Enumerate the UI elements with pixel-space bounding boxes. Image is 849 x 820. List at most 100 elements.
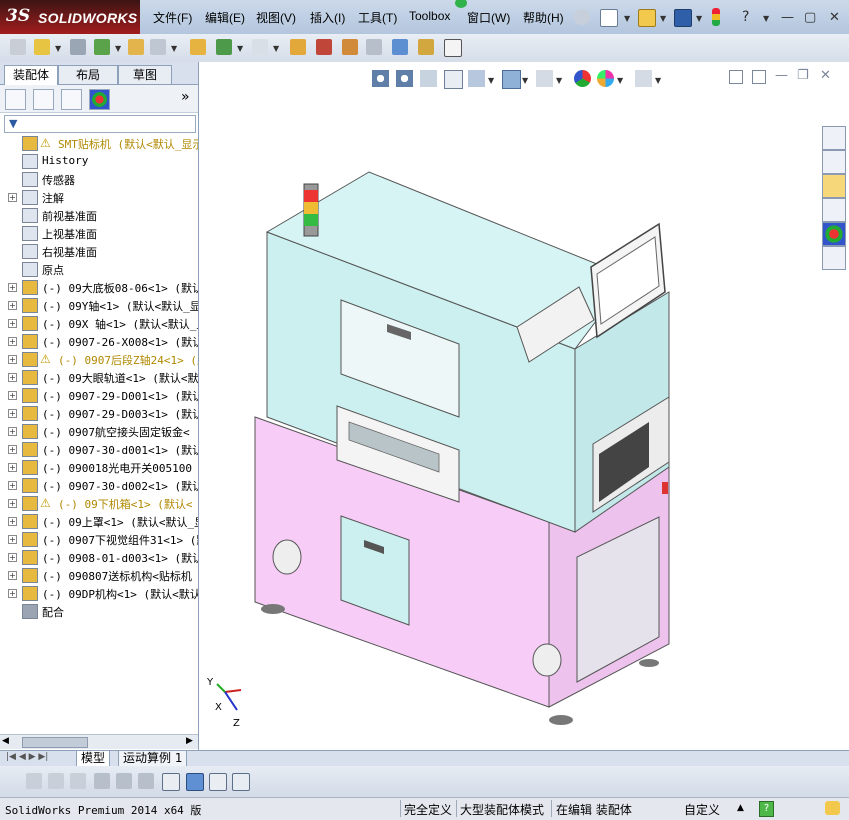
view-toggle-icon[interactable] xyxy=(138,773,154,789)
tree-item[interactable]: + (-) 0907航空接头固定钣金< xyxy=(0,422,198,440)
expand-plus-icon[interactable]: + xyxy=(8,445,17,454)
view-toggle-icon[interactable] xyxy=(94,773,110,789)
chevron-down-icon[interactable]: ▼ xyxy=(624,14,630,23)
expand-plus-icon[interactable]: + xyxy=(8,301,17,310)
tree-item[interactable]: + (-) 09大底板08-06<1> (默认< xyxy=(0,278,198,296)
view-toggle-icon[interactable] xyxy=(232,773,250,791)
design-library-icon[interactable] xyxy=(822,150,846,174)
tree-item-mates[interactable]: 配合 xyxy=(0,602,198,620)
menu-insert[interactable]: 插入(I) xyxy=(310,9,345,26)
smart-fasteners-icon[interactable] xyxy=(128,39,144,55)
move-component-icon[interactable] xyxy=(150,39,166,55)
show-hidden-icon[interactable] xyxy=(190,39,206,55)
menu-help[interactable]: 帮助(H) xyxy=(523,9,564,26)
tree-item[interactable]: + ⚠ (-) 09下机箱<1> (默认< xyxy=(0,494,198,512)
tree-item[interactable]: 上视基准面 xyxy=(0,224,198,242)
assembly-features-icon[interactable] xyxy=(216,39,232,55)
tree-item[interactable]: + (-) 09上罩<1> (默认<默认_显 xyxy=(0,512,198,530)
expand-plus-icon[interactable]: + xyxy=(8,463,17,472)
help-icon[interactable]: ? xyxy=(759,801,774,817)
chevron-down-icon[interactable]: ▼ xyxy=(696,14,702,23)
pattern-icon[interactable] xyxy=(94,39,110,55)
reference-geometry-icon[interactable] xyxy=(252,39,268,55)
bill-of-materials-icon[interactable] xyxy=(316,39,332,55)
tree-item[interactable]: + (-) 09Y轴<1> (默认<默认_显 xyxy=(0,296,198,314)
filter-box[interactable]: ▼ xyxy=(4,115,196,133)
close-icon[interactable]: ✕ xyxy=(829,10,840,25)
tree-root-assembly[interactable]: ⚠ SMT贴标机 (默认<默认_显示状 xyxy=(0,134,198,152)
tree-item[interactable]: 原点 xyxy=(0,260,198,278)
view-toggle-icon[interactable] xyxy=(26,773,42,789)
chevron-up-icon[interactable]: ▲ xyxy=(737,803,744,813)
tree-item[interactable]: + (-) 0907-30-d001<1> (默认 xyxy=(0,440,198,458)
open-folder-icon[interactable] xyxy=(638,9,656,27)
menu-tools[interactable]: 工具(T) xyxy=(358,9,397,26)
chevron-down-icon[interactable]: ▼ xyxy=(237,44,243,53)
expand-plus-icon[interactable]: + xyxy=(8,355,17,364)
expand-plus-icon[interactable]: + xyxy=(8,427,17,436)
menu-toolbox[interactable]: Toolbox xyxy=(409,9,450,23)
view-toggle-icon[interactable] xyxy=(48,773,64,789)
horizontal-scrollbar[interactable]: ◀ ▶ xyxy=(0,734,198,749)
expand-plus-icon[interactable]: + xyxy=(8,373,17,382)
shaded-view-icon[interactable] xyxy=(186,773,204,791)
expand-plus-icon[interactable]: + xyxy=(8,571,17,580)
rebuild-traffic-light-icon[interactable] xyxy=(712,8,720,26)
new-part-icon[interactable] xyxy=(34,39,50,55)
interference-detection-icon[interactable] xyxy=(392,39,408,55)
tree-item[interactable]: + (-) 0907-30-d002<1> (默认 xyxy=(0,476,198,494)
display-manager-icon[interactable] xyxy=(89,89,110,110)
new-motion-study-icon[interactable] xyxy=(290,39,306,55)
tree-item[interactable]: + (-) 0907-26-X008<1> (默认 xyxy=(0,332,198,350)
single-view-icon[interactable] xyxy=(209,773,227,791)
tree-item[interactable]: 传感器 xyxy=(0,170,198,188)
expand-plus-icon[interactable]: + xyxy=(8,283,17,292)
solidworks-logo[interactable]: 3S SOLIDWORKS xyxy=(0,0,140,34)
tree-item[interactable]: + (-) 09DP机构<1> (默认<默认 xyxy=(0,584,198,602)
tree-item[interactable]: + ⚠ (-) 0907后段Z轴24<1> (默 xyxy=(0,350,198,368)
expand-plus-icon[interactable]: + xyxy=(8,337,17,346)
expand-plus-icon[interactable]: + xyxy=(8,409,17,418)
exploded-view-icon[interactable] xyxy=(342,39,358,55)
tree-item[interactable]: History xyxy=(0,152,198,170)
scroll-right-icon[interactable]: ▶ xyxy=(186,736,193,746)
chevron-down-icon[interactable]: ▼ xyxy=(115,44,121,53)
clearance-verification-icon[interactable] xyxy=(418,39,434,55)
expand-plus-icon[interactable]: + xyxy=(8,535,17,544)
menu-window[interactable]: 窗口(W) xyxy=(467,9,510,26)
file-explorer-icon[interactable] xyxy=(822,174,846,198)
appearances-icon[interactable] xyxy=(822,222,846,246)
new-document-icon[interactable] xyxy=(600,9,618,27)
view-toggle-icon[interactable] xyxy=(162,773,180,791)
expand-plus-icon[interactable]: + xyxy=(8,481,17,490)
property-manager-icon[interactable] xyxy=(33,89,54,110)
menu-file[interactable]: 文件(F) xyxy=(153,9,192,26)
view-palette-icon[interactable] xyxy=(822,198,846,222)
mate-icon[interactable] xyxy=(70,39,86,55)
tree-item[interactable]: + (-) 09大眼轨道<1> (默认<默 xyxy=(0,368,198,386)
scroll-thumb[interactable] xyxy=(22,737,88,748)
tab-motion-study[interactable]: 运动算例 1 xyxy=(118,751,188,767)
chevron-down-icon[interactable]: ▼ xyxy=(55,44,61,53)
chevron-down-icon[interactable]: ▼ xyxy=(763,14,769,23)
chevron-down-icon[interactable]: ▼ xyxy=(171,44,177,53)
tab-assembly[interactable]: 装配体 xyxy=(4,65,58,85)
chevron-down-icon[interactable]: ▼ xyxy=(660,14,666,23)
machine-model[interactable]: Y X Z xyxy=(199,62,849,750)
expand-plus-icon[interactable]: + xyxy=(8,391,17,400)
tree-item[interactable]: + (-) 09X 轴<1> (默认<默认_显 xyxy=(0,314,198,332)
graphics-area[interactable]: ▼ ▼ ▼ ▼ ▼ — ❐ ✕ Y X Z xyxy=(199,62,849,750)
solidworks-resources-icon[interactable] xyxy=(822,126,846,150)
menu-view[interactable]: 视图(V) xyxy=(256,9,296,26)
help-icon[interactable]: ? xyxy=(742,9,749,25)
expand-plus-icon[interactable]: + xyxy=(8,553,17,562)
tree-item[interactable]: + (-) 0907下视觉组件31<1> (默 xyxy=(0,530,198,548)
tree-item[interactable]: + (-) 0907-29-D003<1> (默认 xyxy=(0,404,198,422)
view-toggle-icon[interactable] xyxy=(70,773,86,789)
tab-model[interactable]: 模型 xyxy=(76,751,111,767)
tab-layout[interactable]: 布局 xyxy=(58,65,118,84)
tree-item[interactable]: 右视基准面 xyxy=(0,242,198,260)
custom-properties-icon[interactable] xyxy=(822,246,846,270)
menu-edit[interactable]: 编辑(E) xyxy=(205,9,245,26)
expand-plus-icon[interactable]: + xyxy=(8,193,17,202)
